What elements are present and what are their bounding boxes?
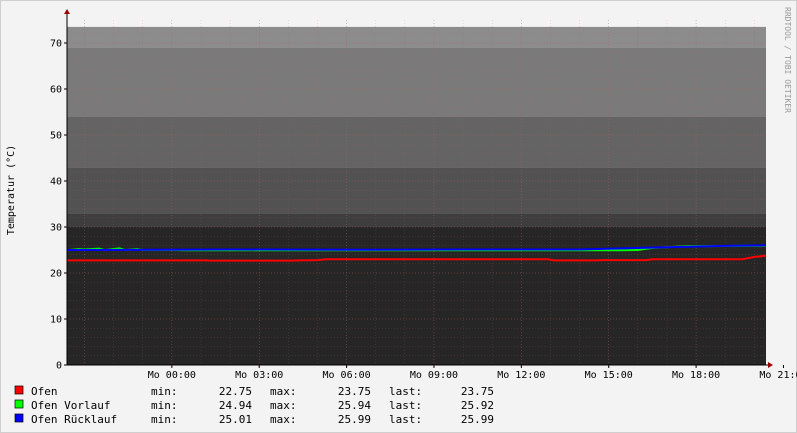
legend-last-label: last: <box>389 385 422 398</box>
legend-last-value: 25.92 <box>461 399 494 412</box>
x-tick-label: Mo 06:00 <box>323 370 371 381</box>
x-tick-label: Mo 00:00 <box>148 370 196 381</box>
legend-swatch <box>14 385 24 395</box>
legend-last-value: 23.75 <box>461 385 494 398</box>
rrd-chart: 0 10 20 30 40 50 60 70 Mo 00:00 Mo 03:00 Mo 06:00 M… <box>0 0 797 433</box>
legend-min-label: min: <box>151 413 178 426</box>
legend-swatch <box>14 399 24 409</box>
legend-max-value: 25.99 <box>338 413 371 426</box>
legend-name: Ofen Rücklauf <box>31 413 117 426</box>
legend-min-value: 22.75 <box>219 385 252 398</box>
legend-swatch <box>14 413 24 423</box>
legend-last-value: 25.99 <box>461 413 494 426</box>
legend-last-label: last: <box>389 399 422 412</box>
x-tick-label: Mo 12:00 <box>497 370 545 381</box>
y-tick-label: 40 <box>50 177 62 188</box>
legend-name: Ofen Vorlauf <box>31 399 110 412</box>
legend-max-label: max: <box>270 399 297 412</box>
legend-max-label: max: <box>270 385 297 398</box>
legend-max-label: max: <box>270 413 297 426</box>
legend-last-label: last: <box>389 413 422 426</box>
legend-min-label: min: <box>151 399 178 412</box>
legend-min-value: 24.94 <box>219 399 252 412</box>
y-tick-label: 60 <box>50 85 62 96</box>
legend-min-label: min: <box>151 385 178 398</box>
y-tick-label: 50 <box>50 131 62 142</box>
legend-min-value: 25.01 <box>219 413 252 426</box>
y-tick-label: 70 <box>50 39 62 50</box>
x-tick-label: Mo 18:00 <box>672 370 720 381</box>
x-tick-label: Mo 15:00 <box>585 370 633 381</box>
legend-max-value: 23.75 <box>338 385 371 398</box>
legend-max-value: 25.94 <box>338 399 371 412</box>
legend-name: Ofen <box>31 385 58 398</box>
y-axis-label: Temperatur (°C) <box>6 145 17 235</box>
y-tick-label: 10 <box>50 315 62 326</box>
x-tick-label: Mo 21:00 <box>759 370 797 381</box>
y-tick-label: 0 <box>56 361 62 372</box>
watermark: RRDTOOL / TOBI OETIKER <box>783 7 792 113</box>
y-tick-label: 30 <box>50 223 62 234</box>
background-band <box>67 47 766 117</box>
x-tick-label: Mo 09:00 <box>410 370 458 381</box>
y-tick-label: 20 <box>50 269 62 280</box>
background-band <box>67 116 766 168</box>
x-tick-label: Mo 03:00 <box>235 370 283 381</box>
